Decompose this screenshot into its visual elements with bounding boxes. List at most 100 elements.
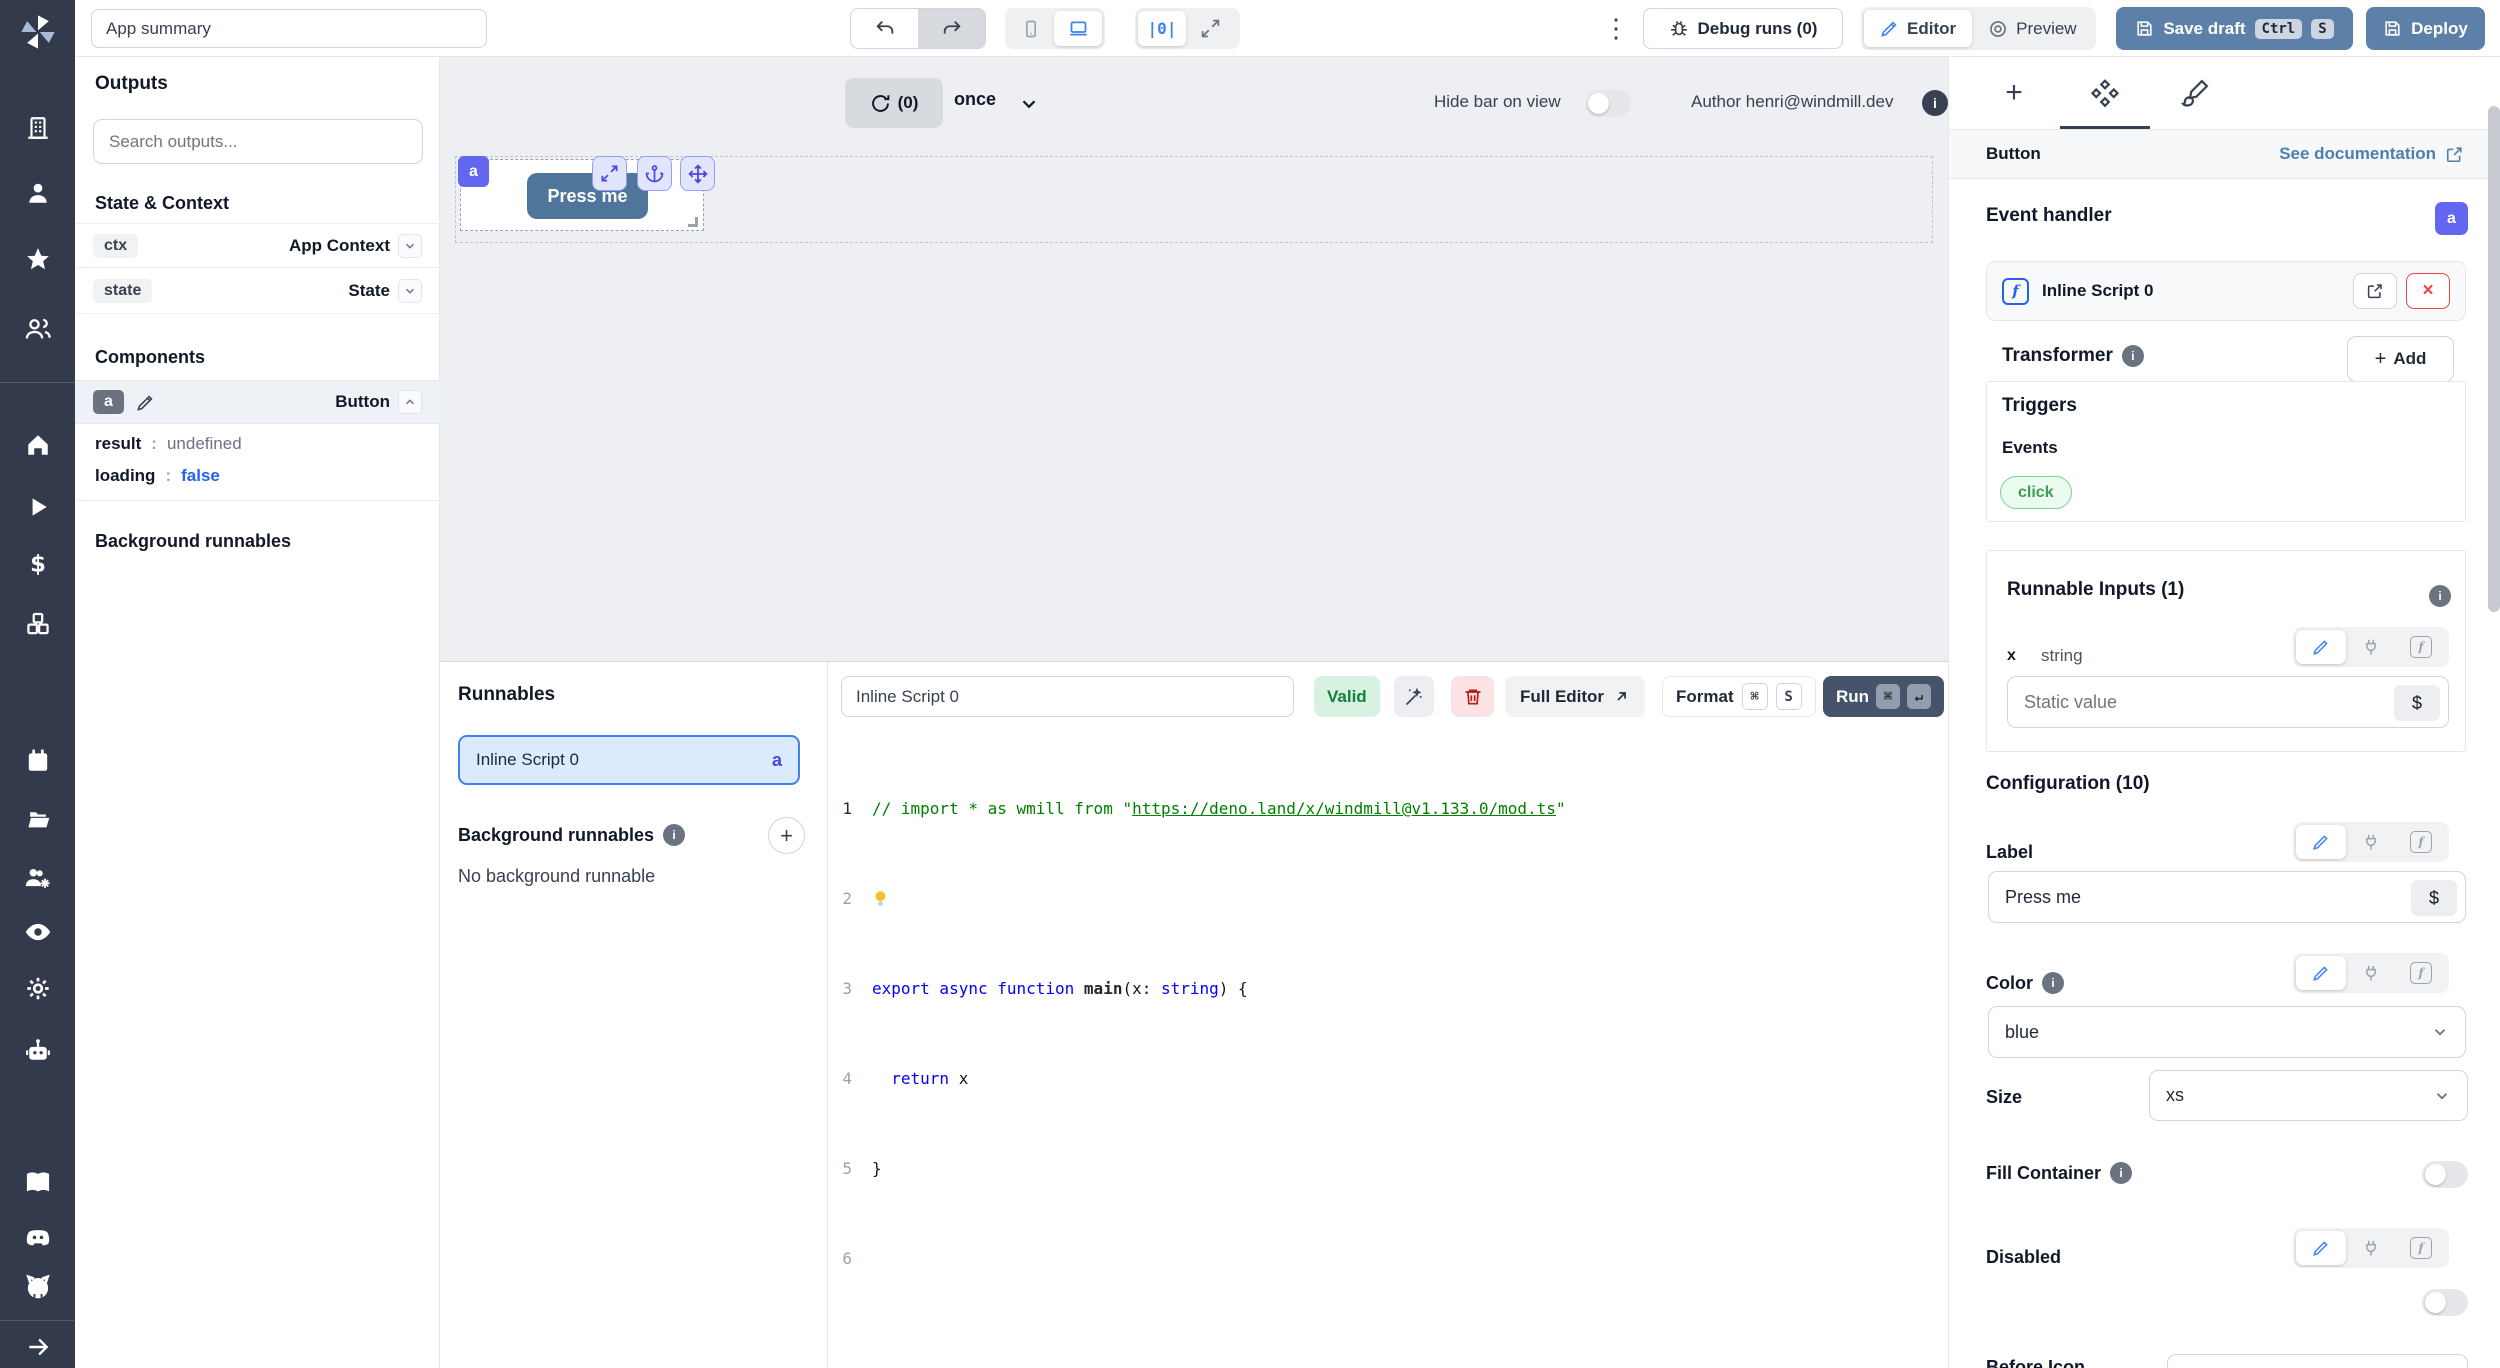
move-handle[interactable]: [680, 156, 715, 191]
refresh-count-button[interactable]: (0): [845, 78, 943, 128]
groups-icon[interactable]: [24, 315, 52, 343]
full-editor-button[interactable]: Full Editor: [1505, 676, 1645, 717]
info-icon[interactable]: i: [2042, 972, 2064, 994]
info-icon[interactable]: i: [2110, 1162, 2132, 1184]
loading-prop-row[interactable]: loading : false: [95, 466, 220, 486]
center-layout-button[interactable]: |0|: [1138, 11, 1186, 46]
recompute-mode-select[interactable]: once: [954, 89, 996, 110]
deploy-button[interactable]: Deploy: [2366, 7, 2485, 50]
state-output-row[interactable]: state State: [75, 269, 440, 314]
connect-mode-plug-button[interactable]: [2346, 1231, 2396, 1265]
ai-robot-icon[interactable]: [24, 1037, 52, 1065]
component-a-row[interactable]: a Button: [75, 380, 440, 424]
folders-icon[interactable]: [24, 806, 51, 833]
expand-handle[interactable]: [592, 156, 627, 191]
hide-bar-toggle[interactable]: [1585, 90, 1631, 117]
tab-preview[interactable]: Preview: [1972, 10, 2092, 47]
resources-boxes-icon[interactable]: [24, 610, 51, 637]
collapse-arrow-icon[interactable]: [25, 1334, 51, 1360]
static-value-input[interactable]: [2008, 677, 2448, 727]
delete-script-button[interactable]: [1451, 676, 1494, 717]
tab-component-settings[interactable]: [2087, 75, 2123, 111]
event-handler-script-card[interactable]: f Inline Script 0 ×: [1986, 261, 2466, 321]
home-icon[interactable]: [25, 432, 51, 458]
script-name-input[interactable]: [841, 676, 1294, 717]
static-mode-pencil-button[interactable]: [2296, 956, 2346, 990]
info-icon[interactable]: i: [663, 824, 685, 846]
lightbulb-icon[interactable]: [872, 884, 889, 914]
tab-styling-brush[interactable]: [2177, 75, 2213, 111]
dollar-template-button[interactable]: $: [2394, 685, 2440, 721]
mobile-view-button[interactable]: [1008, 11, 1054, 46]
connect-mode-plug-button[interactable]: [2346, 956, 2396, 990]
github-icon[interactable]: [24, 1273, 52, 1301]
chevron-down-icon[interactable]: [1018, 93, 1040, 115]
redo-button[interactable]: [918, 9, 985, 48]
workspace-icon[interactable]: [25, 115, 51, 141]
connect-mode-plug-button[interactable]: [2346, 630, 2396, 664]
chevron-up-icon[interactable]: [398, 390, 422, 414]
info-icon[interactable]: i: [1922, 90, 1948, 116]
app-summary-input[interactable]: [91, 9, 487, 48]
connect-mode-plug-button[interactable]: [2346, 825, 2396, 859]
desktop-view-button[interactable]: [1054, 11, 1102, 46]
app-canvas[interactable]: (0) once Hide bar on view Author henri@w…: [440, 57, 1948, 661]
see-documentation-link[interactable]: See documentation: [2279, 144, 2464, 164]
save-draft-button[interactable]: Save draft Ctrl S: [2116, 7, 2353, 50]
resize-handle[interactable]: [688, 217, 698, 227]
eval-mode-function-button[interactable]: f: [2396, 630, 2446, 664]
label-input[interactable]: [1989, 872, 2465, 922]
press-me-button[interactable]: Press me: [527, 173, 648, 219]
undo-button[interactable]: [851, 9, 918, 48]
svg-text:$: $: [30, 552, 46, 577]
format-button[interactable]: Format ⌘ S: [1662, 676, 1816, 717]
more-menu-button[interactable]: ⋮: [1603, 8, 1629, 48]
user-icon[interactable]: [25, 180, 51, 206]
windmill-logo[interactable]: [18, 12, 58, 52]
ai-wand-button[interactable]: [1394, 676, 1434, 717]
click-event-chip: click: [2000, 476, 2072, 509]
runs-play-icon[interactable]: [25, 494, 51, 520]
chevron-down-icon[interactable]: [398, 279, 422, 303]
docs-book-icon[interactable]: [24, 1168, 52, 1196]
code-editor[interactable]: 1// import * as wmill from "https://deno…: [828, 734, 1948, 1368]
remove-script-button[interactable]: ×: [2406, 273, 2450, 309]
audit-eye-icon[interactable]: [24, 918, 52, 946]
chevron-down-icon[interactable]: [398, 234, 422, 258]
disabled-toggle[interactable]: [2422, 1289, 2468, 1316]
info-icon[interactable]: i: [2429, 585, 2451, 607]
edit-pencil-icon[interactable]: [136, 393, 155, 412]
add-background-runnable-button[interactable]: +: [768, 817, 805, 854]
ctx-output-row[interactable]: ctx App Context: [75, 223, 440, 268]
info-icon[interactable]: i: [2122, 345, 2144, 367]
schedules-calendar-icon[interactable]: [25, 748, 51, 774]
open-script-button[interactable]: [2353, 273, 2397, 309]
size-select[interactable]: xs: [2149, 1070, 2468, 1121]
eval-mode-function-button[interactable]: f: [2396, 1231, 2446, 1265]
dollar-template-button[interactable]: $: [2411, 880, 2457, 916]
discord-icon[interactable]: [24, 1223, 52, 1251]
inline-script-item[interactable]: Inline Script 0 a: [458, 735, 800, 785]
settings-gear-icon[interactable]: [24, 975, 51, 1002]
color-select[interactable]: blue: [1988, 1006, 2466, 1058]
favorites-star-icon[interactable]: [25, 246, 51, 272]
panel-scrollbar[interactable]: [2488, 106, 2500, 612]
debug-runs-button[interactable]: Debug runs (0): [1643, 8, 1843, 49]
result-prop-row[interactable]: result : undefined: [95, 434, 242, 454]
tab-editor[interactable]: Editor: [1864, 10, 1972, 47]
anchor-handle[interactable]: [637, 156, 672, 191]
static-mode-pencil-button[interactable]: [2296, 630, 2346, 664]
search-outputs-input[interactable]: [93, 119, 423, 164]
fill-container-toggle[interactable]: [2422, 1161, 2468, 1188]
eval-mode-function-button[interactable]: f: [2396, 825, 2446, 859]
tab-insert-plus[interactable]: +: [1996, 75, 2032, 111]
static-mode-pencil-button[interactable]: [2296, 825, 2346, 859]
add-transformer-button[interactable]: + Add: [2347, 336, 2454, 382]
eval-mode-function-button[interactable]: f: [2396, 956, 2446, 990]
workers-users-gear-icon[interactable]: [24, 864, 52, 892]
variables-dollar-icon[interactable]: $: [25, 551, 51, 577]
before-icon-select[interactable]: [2167, 1354, 2468, 1368]
fullwidth-layout-button[interactable]: [1186, 11, 1234, 46]
run-button[interactable]: Run ⌘ ↵: [1823, 676, 1944, 717]
static-mode-pencil-button[interactable]: [2296, 1231, 2346, 1265]
